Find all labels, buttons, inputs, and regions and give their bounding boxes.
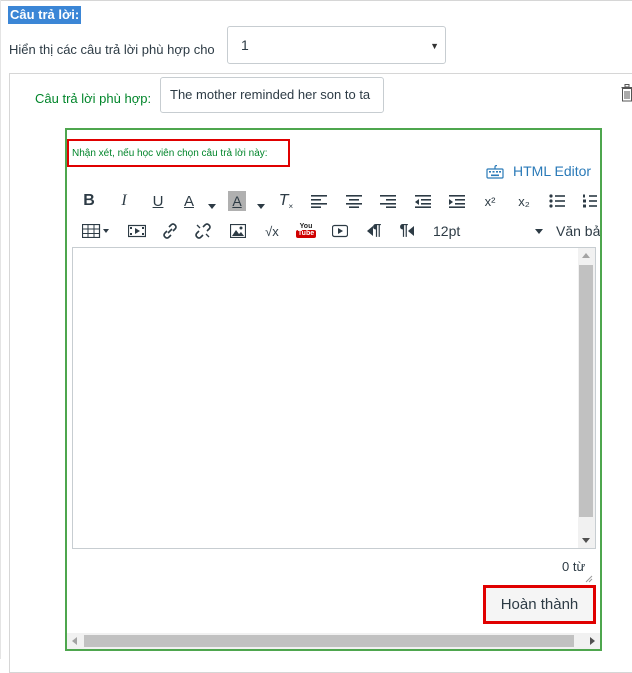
subscript-button[interactable]: x₂: [514, 191, 534, 211]
indent-button[interactable]: [448, 191, 466, 211]
rtl-direction-button[interactable]: ¶: [398, 221, 416, 241]
link-button[interactable]: [161, 221, 179, 241]
superscript-button[interactable]: x²: [480, 191, 500, 211]
paragraph-rtl-icon: ¶: [400, 222, 409, 240]
matching-answer-input[interactable]: The mother reminded her son to ta: [160, 77, 384, 113]
align-left-button[interactable]: [310, 191, 328, 211]
film-icon: [128, 224, 146, 238]
caret-down-icon: [208, 204, 216, 209]
scroll-left-icon[interactable]: [72, 637, 77, 645]
editor-vertical-scrollbar[interactable]: [578, 248, 595, 548]
font-color-button[interactable]: A: [181, 191, 197, 211]
scroll-thumb[interactable]: [579, 265, 593, 517]
image-button[interactable]: [229, 221, 247, 241]
numbered-list-button[interactable]: [583, 191, 597, 211]
matching-answer-value: The mother reminded her son to ta: [170, 87, 370, 102]
chevron-down-icon: ▼: [430, 41, 439, 51]
font-color-dropdown[interactable]: [207, 196, 217, 216]
html-editor-label: HTML Editor: [513, 163, 591, 179]
done-button[interactable]: Hoàn thành: [483, 585, 596, 624]
align-center-button[interactable]: [345, 191, 363, 211]
scroll-down-icon[interactable]: [582, 538, 590, 543]
left-edge: [0, 0, 1, 659]
keyboard-icon: [486, 165, 504, 179]
paragraph-style-value: Văn bả: [556, 223, 600, 239]
show-matches-label: Hiển thị các câu trả lời phù hợp cho: [9, 42, 215, 57]
align-right-icon: [380, 194, 396, 208]
math-equation-button[interactable]: √x: [262, 221, 282, 241]
scroll-right-icon[interactable]: [590, 637, 595, 645]
panel-horizontal-scrollbar[interactable]: [67, 633, 600, 649]
top-border: [0, 0, 632, 1]
section-title: Câu trả lời:: [8, 6, 81, 24]
ltr-direction-button[interactable]: ¶: [365, 221, 383, 241]
paragraph-style-select[interactable]: Văn bả: [556, 221, 600, 241]
youtube-icon-top: You: [300, 223, 313, 230]
direction-arrow-icon: [408, 226, 414, 236]
embed-video-button[interactable]: [331, 221, 349, 241]
word-count: 0 từ: [562, 559, 585, 574]
align-left-icon: [311, 194, 327, 208]
background-color-dropdown[interactable]: [256, 196, 266, 216]
unlink-icon: [195, 223, 211, 239]
bullet-list-button[interactable]: [548, 191, 566, 211]
bold-button[interactable]: B: [81, 191, 97, 211]
outdent-icon: [415, 194, 431, 208]
matching-answer-label: Câu trả lời phù hợp:: [35, 91, 151, 106]
match-count-select[interactable]: 1 ▼: [227, 26, 446, 64]
scroll-up-icon[interactable]: [582, 253, 590, 258]
table-icon: [82, 224, 110, 238]
unlink-button[interactable]: [194, 221, 212, 241]
caret-down-icon: [257, 204, 265, 209]
font-size-select[interactable]: 12pt: [433, 221, 543, 241]
bullet-list-icon: [549, 194, 565, 208]
comment-editor-area[interactable]: [72, 247, 596, 549]
underline-button[interactable]: U: [150, 191, 166, 211]
font-size-value: 12pt: [433, 223, 460, 239]
background-color-button[interactable]: A: [228, 191, 246, 211]
match-count-value: 1: [241, 37, 249, 53]
youtube-icon-bottom: Tube: [296, 230, 316, 238]
numbered-list-icon: [583, 194, 597, 208]
clear-formatting-icon: T: [279, 192, 289, 210]
table-button[interactable]: [81, 221, 111, 241]
paragraph-ltr-icon: ¶: [373, 222, 382, 240]
align-center-icon: [346, 194, 362, 208]
caret-down-icon: [535, 229, 543, 234]
html-editor-link[interactable]: HTML Editor: [486, 163, 591, 179]
clear-formatting-button[interactable]: T×: [277, 191, 295, 211]
image-icon: [230, 224, 246, 238]
indent-icon: [449, 194, 465, 208]
outdent-button[interactable]: [414, 191, 432, 211]
resize-handle-icon[interactable]: [583, 573, 593, 583]
youtube-button[interactable]: You Tube: [297, 220, 315, 240]
align-right-button[interactable]: [379, 191, 397, 211]
scroll-thumb[interactable]: [84, 635, 574, 647]
comment-label: Nhận xét, nếu học viên chọn câu trả lời …: [72, 148, 268, 159]
trash-icon[interactable]: [621, 84, 632, 102]
media-button[interactable]: [127, 221, 147, 241]
video-icon: [332, 224, 348, 238]
italic-button[interactable]: I: [116, 191, 132, 211]
link-icon: [162, 223, 178, 239]
